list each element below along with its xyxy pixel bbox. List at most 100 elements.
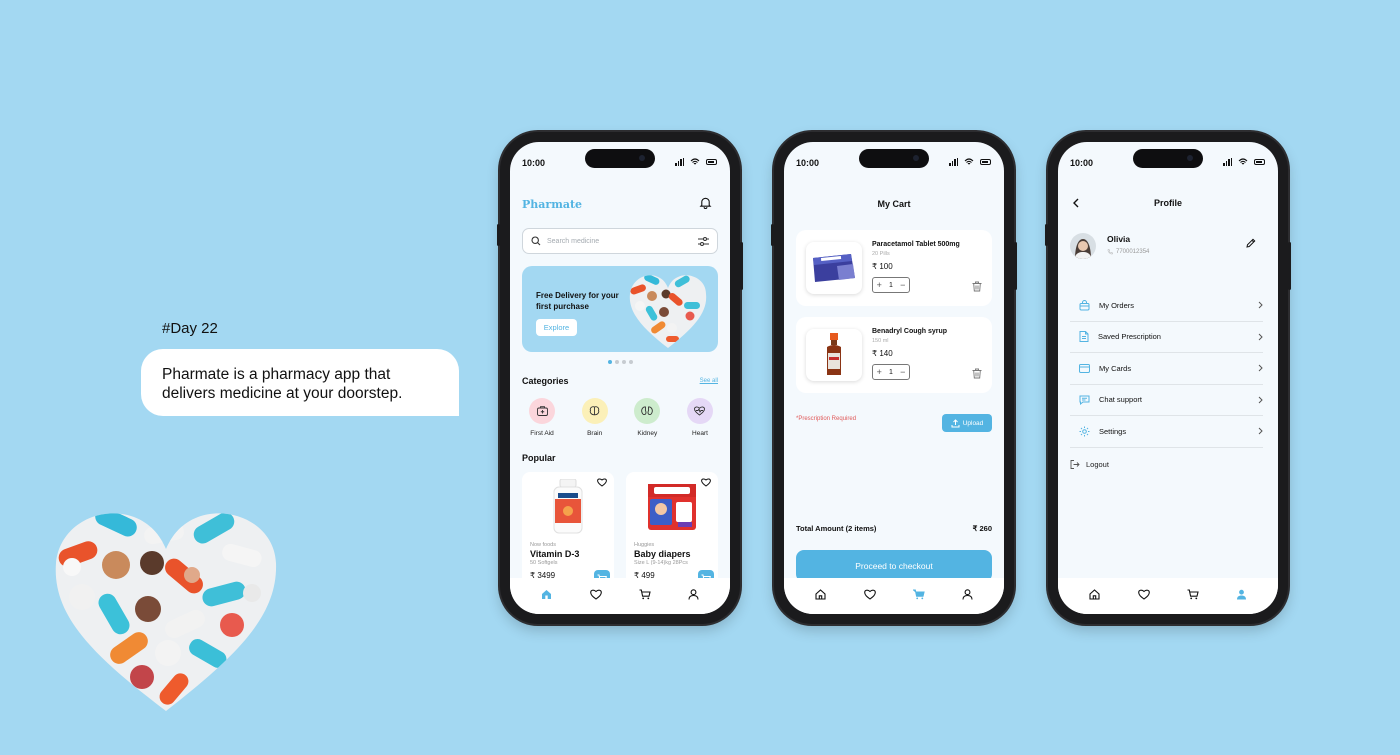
- upload-prescription-button[interactable]: Upload: [942, 414, 992, 432]
- tab-favorites[interactable]: [1137, 587, 1151, 601]
- day-tag: #Day 22: [162, 320, 218, 337]
- quantity-stepper[interactable]: + 1 −: [872, 364, 910, 380]
- popular-products: Now foods Vitamin D-3 50 Softgels ₹ 3499…: [522, 472, 718, 590]
- decrement-button[interactable]: −: [900, 367, 905, 377]
- tab-profile[interactable]: [961, 587, 975, 601]
- chat-icon: [1079, 395, 1090, 405]
- increment-button[interactable]: +: [877, 367, 882, 377]
- cart-item-size: 20 Pills: [872, 251, 890, 257]
- category-label: Kidney: [637, 430, 658, 437]
- cart-item-price: ₹ 140: [872, 349, 893, 358]
- menu-item-my-cards[interactable]: My Cards: [1070, 353, 1263, 385]
- bottom-tab-bar: [1058, 578, 1278, 614]
- product-card[interactable]: Now foods Vitamin D-3 50 Softgels ₹ 3499: [522, 472, 614, 590]
- increment-button[interactable]: +: [877, 280, 882, 290]
- chevron-right-icon: [1258, 396, 1263, 404]
- home-screen: 10:00 Pharmate Search medicine Free Deli…: [510, 142, 730, 614]
- menu-label: Settings: [1099, 426, 1127, 436]
- category-label: First Aid: [530, 430, 554, 437]
- battery-icon: [980, 159, 991, 165]
- category-label: Heart: [692, 430, 708, 437]
- profile-menu: My Orders Saved Prescription My Cards Ch…: [1070, 290, 1263, 448]
- category-brain[interactable]: Brain: [575, 398, 615, 437]
- menu-item-settings[interactable]: Settings: [1070, 416, 1263, 448]
- menu-item-saved-prescription[interactable]: Saved Prescription: [1070, 322, 1263, 353]
- pill-heart-image: [55, 513, 277, 711]
- category-first-aid[interactable]: First Aid: [522, 398, 562, 437]
- quantity-stepper[interactable]: + 1 −: [872, 277, 910, 293]
- menu-label: Chat support: [1099, 395, 1142, 405]
- product-card[interactable]: Huggies Baby diapers Size L (9-14)kg 28P…: [626, 472, 718, 590]
- tab-favorites[interactable]: [589, 587, 603, 601]
- user-phone: 7700012354: [1107, 249, 1149, 255]
- bottom-tab-bar: [510, 578, 730, 614]
- bag-icon: [1079, 299, 1090, 311]
- tab-home[interactable]: [1088, 587, 1102, 601]
- cart-icon: [912, 588, 925, 599]
- logout-icon: [1070, 460, 1080, 469]
- favorite-heart-icon[interactable]: [597, 478, 607, 487]
- user-name: Olivia: [1107, 234, 1131, 244]
- tab-favorites[interactable]: [863, 587, 877, 601]
- phone-cart: 10:00 My Cart Paracetamol Tablet 500mg 2…: [771, 132, 1017, 624]
- total-value: ₹ 260: [972, 524, 992, 533]
- menu-item-chat-support[interactable]: Chat support: [1070, 385, 1263, 416]
- category-label: Brain: [587, 430, 603, 437]
- tab-home[interactable]: [540, 587, 554, 601]
- tab-cart[interactable]: [638, 587, 652, 601]
- home-icon: [542, 589, 551, 599]
- cart-screen: 10:00 My Cart Paracetamol Tablet 500mg 2…: [784, 142, 1004, 614]
- filter-icon[interactable]: [698, 236, 709, 246]
- trash-icon[interactable]: [972, 281, 982, 292]
- chevron-right-icon: [1258, 301, 1263, 309]
- tab-profile[interactable]: [687, 587, 701, 601]
- profile-screen: 10:00 Profile Olivia 7700012354 My Order…: [1058, 142, 1278, 614]
- carousel-dots[interactable]: [608, 360, 633, 364]
- total-label: Total Amount (2 items): [796, 524, 877, 533]
- menu-label: Saved Prescription: [1098, 332, 1161, 342]
- categories-row: First Aid Brain Kidney Heart: [522, 398, 720, 437]
- favorite-heart-icon[interactable]: [701, 478, 711, 487]
- product-brand: Huggies: [634, 542, 655, 548]
- product-image: [530, 478, 606, 536]
- card-icon: [1079, 363, 1090, 373]
- status-time: 10:00: [1070, 158, 1094, 168]
- menu-item-my-orders[interactable]: My Orders: [1070, 290, 1263, 322]
- quantity-value: 1: [889, 368, 893, 376]
- search-input[interactable]: Search medicine: [522, 228, 718, 254]
- bell-icon[interactable]: [699, 196, 712, 209]
- search-icon: [531, 236, 541, 246]
- avatar[interactable]: [1070, 233, 1096, 259]
- user-phone-number: 7700012354: [1116, 249, 1150, 255]
- menu-label: My Cards: [1099, 363, 1132, 373]
- heart-icon: [686, 398, 713, 424]
- dynamic-island: [1133, 149, 1203, 168]
- tab-cart[interactable]: [1186, 587, 1200, 601]
- cart-item-name: Benadryl Cough syrup: [872, 328, 948, 335]
- status-icons: [1223, 158, 1265, 166]
- decrement-button[interactable]: −: [900, 280, 905, 290]
- pill-heart-image: [629, 275, 707, 348]
- product-size: 50 Softgels: [530, 560, 558, 566]
- chevron-right-icon: [1258, 427, 1263, 435]
- edit-pencil-icon[interactable]: [1246, 238, 1256, 248]
- phone-profile: 10:00 Profile Olivia 7700012354 My Order…: [1045, 132, 1291, 624]
- logout-label: Logout: [1086, 460, 1109, 469]
- see-all-link[interactable]: See all: [700, 378, 718, 384]
- logout-button[interactable]: Logout: [1070, 460, 1109, 469]
- category-kidney[interactable]: Kidney: [627, 398, 667, 437]
- tab-profile[interactable]: [1235, 587, 1249, 601]
- explore-button[interactable]: Explore: [536, 319, 577, 336]
- category-heart[interactable]: Heart: [680, 398, 720, 437]
- chevron-right-icon: [1258, 333, 1263, 341]
- tab-cart[interactable]: [912, 587, 926, 601]
- first-aid-kit-icon: [529, 398, 555, 424]
- prescription-required-note: *Prescription Required: [796, 416, 857, 422]
- tab-home[interactable]: [814, 587, 828, 601]
- product-image: [806, 329, 862, 381]
- user-icon: [962, 588, 973, 600]
- promo-banner[interactable]: Free Delivery for your first purchase Ex…: [522, 266, 718, 352]
- trash-icon[interactable]: [972, 368, 982, 379]
- page-title: Profile: [1153, 198, 1182, 208]
- product-size: Size L (9-14)kg 28Pcs: [634, 560, 688, 566]
